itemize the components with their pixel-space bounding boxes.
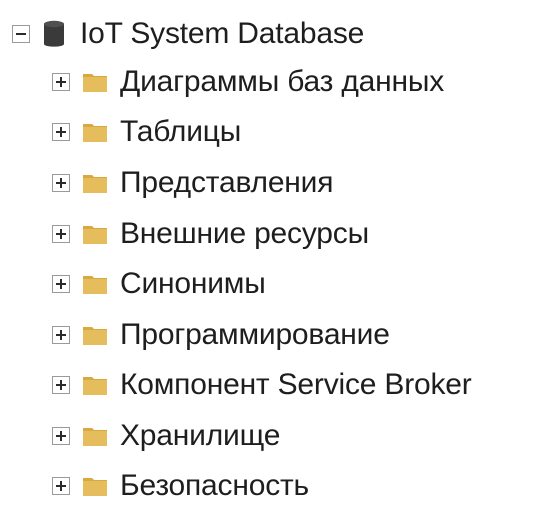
folder-icon [83, 428, 107, 446]
tree-node-tables[interactable]: Таблицы [52, 108, 241, 156]
expand-toggle[interactable] [52, 376, 70, 394]
expand-toggle[interactable] [52, 123, 70, 141]
database-label: IoT System Database [80, 17, 365, 50]
folder-icon [83, 478, 107, 496]
object-explorer-tree: IoT System Database Диаграммы баз данных… [0, 0, 551, 502]
tree-node-security[interactable]: Безопасность [52, 462, 309, 510]
tree-node-label: Представления [120, 166, 334, 199]
tree-node-service-broker[interactable]: Компонент Service Broker [52, 361, 472, 409]
folder-icon [83, 327, 107, 345]
expand-toggle[interactable] [52, 174, 70, 192]
tree-node-database[interactable]: IoT System Database [12, 10, 364, 58]
folder-icon [83, 124, 107, 142]
expand-toggle[interactable] [52, 275, 70, 293]
expand-toggle[interactable] [52, 225, 70, 243]
tree-node-label: Безопасность [120, 469, 309, 502]
tree-node-label: Синонимы [120, 267, 266, 300]
folder-icon [83, 74, 107, 92]
tree-node-label: Диаграммы баз данных [120, 65, 445, 98]
tree-node-storage[interactable]: Хранилище [52, 412, 280, 460]
tree-node-programmability[interactable]: Программирование [52, 311, 390, 359]
expand-toggle[interactable] [52, 73, 70, 91]
tree-node-label: Внешние ресурсы [120, 217, 369, 250]
expand-toggle[interactable] [52, 326, 70, 344]
tree-node-synonyms[interactable]: Синонимы [52, 260, 266, 308]
collapse-toggle[interactable] [12, 25, 30, 43]
database-icon [44, 20, 64, 47]
tree-node-label: Таблицы [120, 115, 242, 148]
expand-toggle[interactable] [52, 477, 70, 495]
folder-icon [83, 377, 107, 395]
folder-icon [83, 276, 107, 294]
folder-icon [83, 175, 107, 193]
tree-node-external-resources[interactable]: Внешние ресурсы [52, 210, 369, 258]
tree-node-views[interactable]: Представления [52, 159, 333, 207]
tree-node-label: Компонент Service Broker [120, 368, 472, 401]
expand-toggle[interactable] [52, 427, 70, 445]
folder-icon [83, 226, 107, 244]
tree-node-database-diagrams[interactable]: Диаграммы баз данных [52, 58, 444, 106]
tree-node-label: Программирование [120, 318, 390, 351]
tree-node-label: Хранилище [120, 419, 281, 452]
